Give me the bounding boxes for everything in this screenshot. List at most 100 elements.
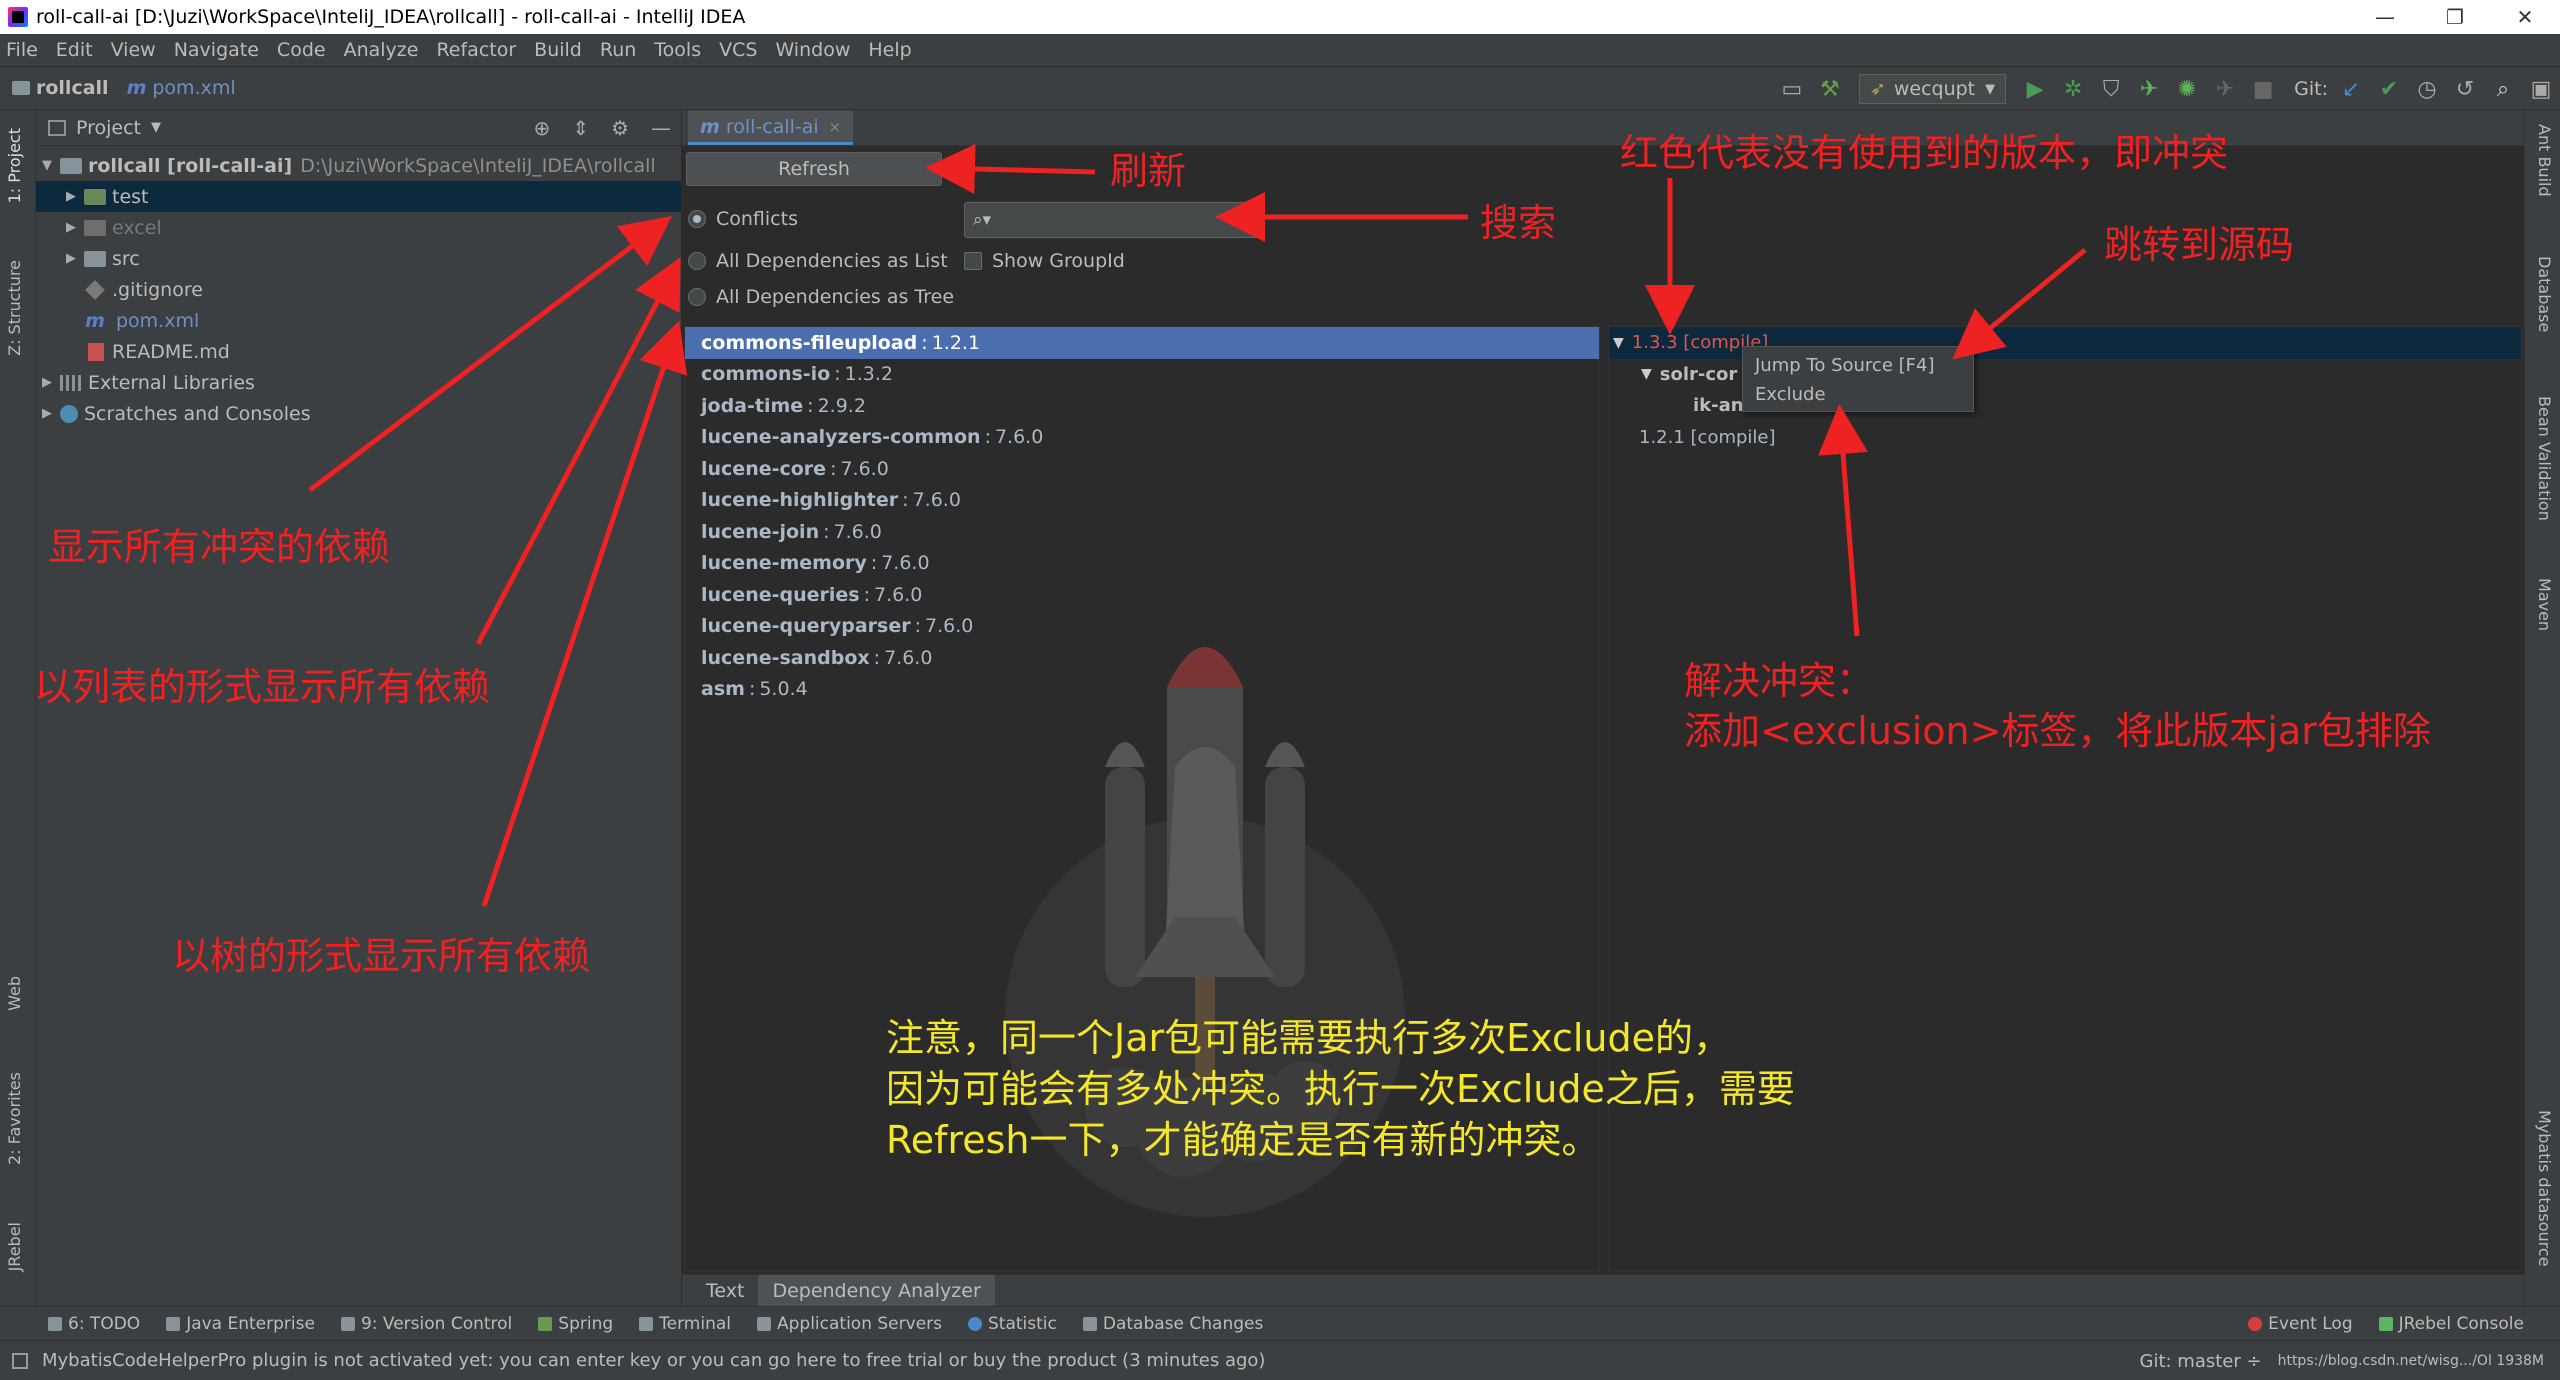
chevron-down-icon[interactable]: ▼ — [151, 120, 161, 135]
collapse-all-icon[interactable]: ⇕ — [572, 116, 589, 140]
git-update-icon[interactable]: ↙ — [2332, 67, 2370, 111]
radio-indicator[interactable] — [688, 288, 706, 306]
rollback-icon[interactable]: ↺ — [2446, 67, 2484, 111]
tab-ant-build[interactable]: Ant Build — [2535, 124, 2554, 197]
breadcrumb-file[interactable]: m pom.xml — [127, 77, 236, 99]
maximize-button[interactable]: ❐ — [2420, 0, 2490, 34]
menu-refactor[interactable]: Refactor — [436, 39, 516, 61]
git-branch-widget[interactable]: Git: master ÷ — [2140, 1351, 2262, 1372]
tab-structure[interactable]: Z: Structure — [5, 260, 24, 356]
dependency-row[interactable]: commons-io:1.3.2 — [685, 359, 1599, 391]
radio-indicator[interactable] — [688, 252, 706, 270]
gear-icon[interactable]: ⚙ — [611, 116, 629, 140]
dependency-row[interactable]: lucene-sandbox:7.6.0 — [685, 642, 1599, 674]
tab-project[interactable]: 1: Project — [5, 128, 24, 203]
tab-favorites[interactable]: 2: Favorites — [5, 1072, 24, 1165]
menu-view[interactable]: View — [111, 39, 156, 61]
search-input[interactable]: ⌕▾ — [964, 202, 1260, 238]
tree-node-used-version[interactable]: 1.2.1 [compile] — [1609, 422, 2521, 454]
radio-all-as-tree[interactable]: All Dependencies as Tree — [688, 286, 954, 308]
menu-edit[interactable]: Edit — [56, 39, 93, 61]
tab-mybatis-datasource[interactable]: Mybatis datasource — [2535, 1110, 2554, 1267]
coverage-icon[interactable]: ⛉ — [2092, 67, 2130, 111]
build-hammer-icon[interactable]: ⚒ — [1811, 67, 1849, 111]
jrebel-run-icon[interactable]: ✈ — [2130, 67, 2168, 111]
tab-maven[interactable]: Maven — [2535, 578, 2554, 631]
jrebel-debug-icon[interactable]: ✺ — [2168, 67, 2206, 111]
tab-bean-validation[interactable]: Bean Validation — [2535, 396, 2554, 521]
tree-item-root[interactable]: ▼ rollcall [roll-call-ai] D:\Juzi\WorkSp… — [36, 150, 681, 181]
tree-item-scratches[interactable]: ▶ Scratches and Consoles — [36, 398, 681, 429]
project-panel-title[interactable]: Project — [76, 117, 141, 139]
tool-java-enterprise[interactable]: Java Enterprise — [166, 1314, 315, 1334]
tool-statistic[interactable]: Statistic — [968, 1314, 1057, 1334]
run-icon[interactable]: ▶ — [2016, 67, 2054, 111]
status-toggle-icon[interactable] — [12, 1352, 28, 1369]
exclude-menu-item[interactable]: Exclude — [1743, 380, 1973, 409]
dependency-row[interactable]: lucene-highlighter:7.6.0 — [685, 485, 1599, 517]
tree-item-pom[interactable]: m pom.xml — [36, 305, 681, 336]
collapsed-arrow-icon[interactable]: ▶ — [62, 251, 80, 266]
dependency-row[interactable]: lucene-join:7.6.0 — [685, 516, 1599, 548]
menu-window[interactable]: Window — [775, 39, 850, 61]
history-icon[interactable]: ◷ — [2408, 67, 2446, 111]
dependency-row[interactable]: lucene-analyzers-common:7.6.0 — [685, 422, 1599, 454]
jump-to-source-menu-item[interactable]: Jump To Source [F4] — [1743, 351, 1973, 380]
tree-item-test[interactable]: ▶ test — [36, 181, 681, 212]
refresh-button[interactable]: Refresh — [686, 152, 942, 186]
radio-indicator[interactable] — [688, 210, 706, 228]
dependency-row[interactable]: lucene-core:7.6.0 — [685, 453, 1599, 485]
tool-todo[interactable]: 6: TODO — [48, 1314, 140, 1334]
tool-jrebel-console[interactable]: JRebel Console — [2378, 1314, 2524, 1334]
radio-conflicts[interactable]: Conflicts — [688, 208, 798, 230]
tool-event-log[interactable]: Event Log — [2248, 1314, 2353, 1334]
menu-run[interactable]: Run — [600, 39, 636, 61]
status-message[interactable]: MybatisCodeHelperPro plugin is not activ… — [42, 1350, 1265, 1371]
menu-analyze[interactable]: Analyze — [344, 39, 419, 61]
breadcrumb-project[interactable]: rollcall — [12, 77, 109, 99]
menu-navigate[interactable]: Navigate — [174, 39, 259, 61]
git-commit-icon[interactable]: ✔ — [2370, 67, 2408, 111]
menu-build[interactable]: Build — [534, 39, 582, 61]
tab-web[interactable]: Web — [5, 976, 24, 1011]
tab-database[interactable]: Database — [2535, 256, 2554, 332]
collapsed-arrow-icon[interactable]: ▶ — [38, 406, 56, 421]
tab-text[interactable]: Text — [692, 1275, 758, 1307]
tool-database-changes[interactable]: Database Changes — [1082, 1314, 1263, 1334]
dependency-row[interactable]: lucene-memory:7.6.0 — [685, 548, 1599, 580]
menu-file[interactable]: File — [6, 39, 38, 61]
search-everywhere-icon[interactable]: ⌕ — [2484, 67, 2522, 111]
tree-item-src[interactable]: ▶ src — [36, 243, 681, 274]
tool-spring[interactable]: Spring — [538, 1314, 613, 1334]
plugin-icon[interactable]: ▣ — [2522, 67, 2560, 111]
collapsed-arrow-icon[interactable]: ▶ — [38, 375, 56, 390]
close-button[interactable]: ✕ — [2490, 0, 2560, 34]
radio-all-as-list[interactable]: All Dependencies as List — [688, 250, 948, 272]
tab-jrebel[interactable]: JRebel — [5, 1222, 24, 1271]
minimize-button[interactable]: — — [2350, 0, 2420, 34]
tree-item-excel[interactable]: ▶ excel — [36, 212, 681, 243]
hide-icon[interactable]: — — [651, 116, 671, 140]
menu-vcs[interactable]: VCS — [719, 39, 757, 61]
menu-help[interactable]: Help — [868, 39, 911, 61]
dependency-row[interactable]: joda-time:2.9.2 — [685, 390, 1599, 422]
attach-icon[interactable]: ✈ — [2206, 67, 2244, 111]
tool-application-servers[interactable]: Application Servers — [757, 1314, 942, 1334]
tab-dependency-analyzer[interactable]: Dependency Analyzer — [758, 1274, 995, 1307]
show-groupid-checkbox[interactable]: Show GroupId — [964, 250, 1125, 272]
editor-tab-pom[interactable]: m roll-call-ai × — [688, 111, 854, 145]
stop-icon[interactable]: ■ — [2244, 67, 2282, 111]
expanded-arrow-icon[interactable]: ▼ — [38, 158, 56, 173]
run-configuration-select[interactable]: ➶ wecqupt ▼ — [1858, 74, 2007, 104]
tree-item-gitignore[interactable]: .gitignore — [36, 274, 681, 305]
dependency-row[interactable]: commons-fileupload:1.2.1 — [685, 327, 1599, 359]
collapsed-arrow-icon[interactable]: ▶ — [62, 189, 80, 204]
dependency-row[interactable]: lucene-queries:7.6.0 — [685, 579, 1599, 611]
expanded-arrow-icon[interactable]: ▼ — [1641, 366, 1652, 382]
tool-terminal[interactable]: Terminal — [639, 1314, 731, 1334]
tool-version-control[interactable]: 9: Version Control — [340, 1314, 512, 1334]
dependency-row[interactable]: lucene-queryparser:7.6.0 — [685, 611, 1599, 643]
expanded-arrow-icon[interactable]: ▼ — [1613, 335, 1624, 351]
locate-icon[interactable]: ⊕ — [534, 116, 551, 140]
close-tab-icon[interactable]: × — [829, 118, 842, 136]
